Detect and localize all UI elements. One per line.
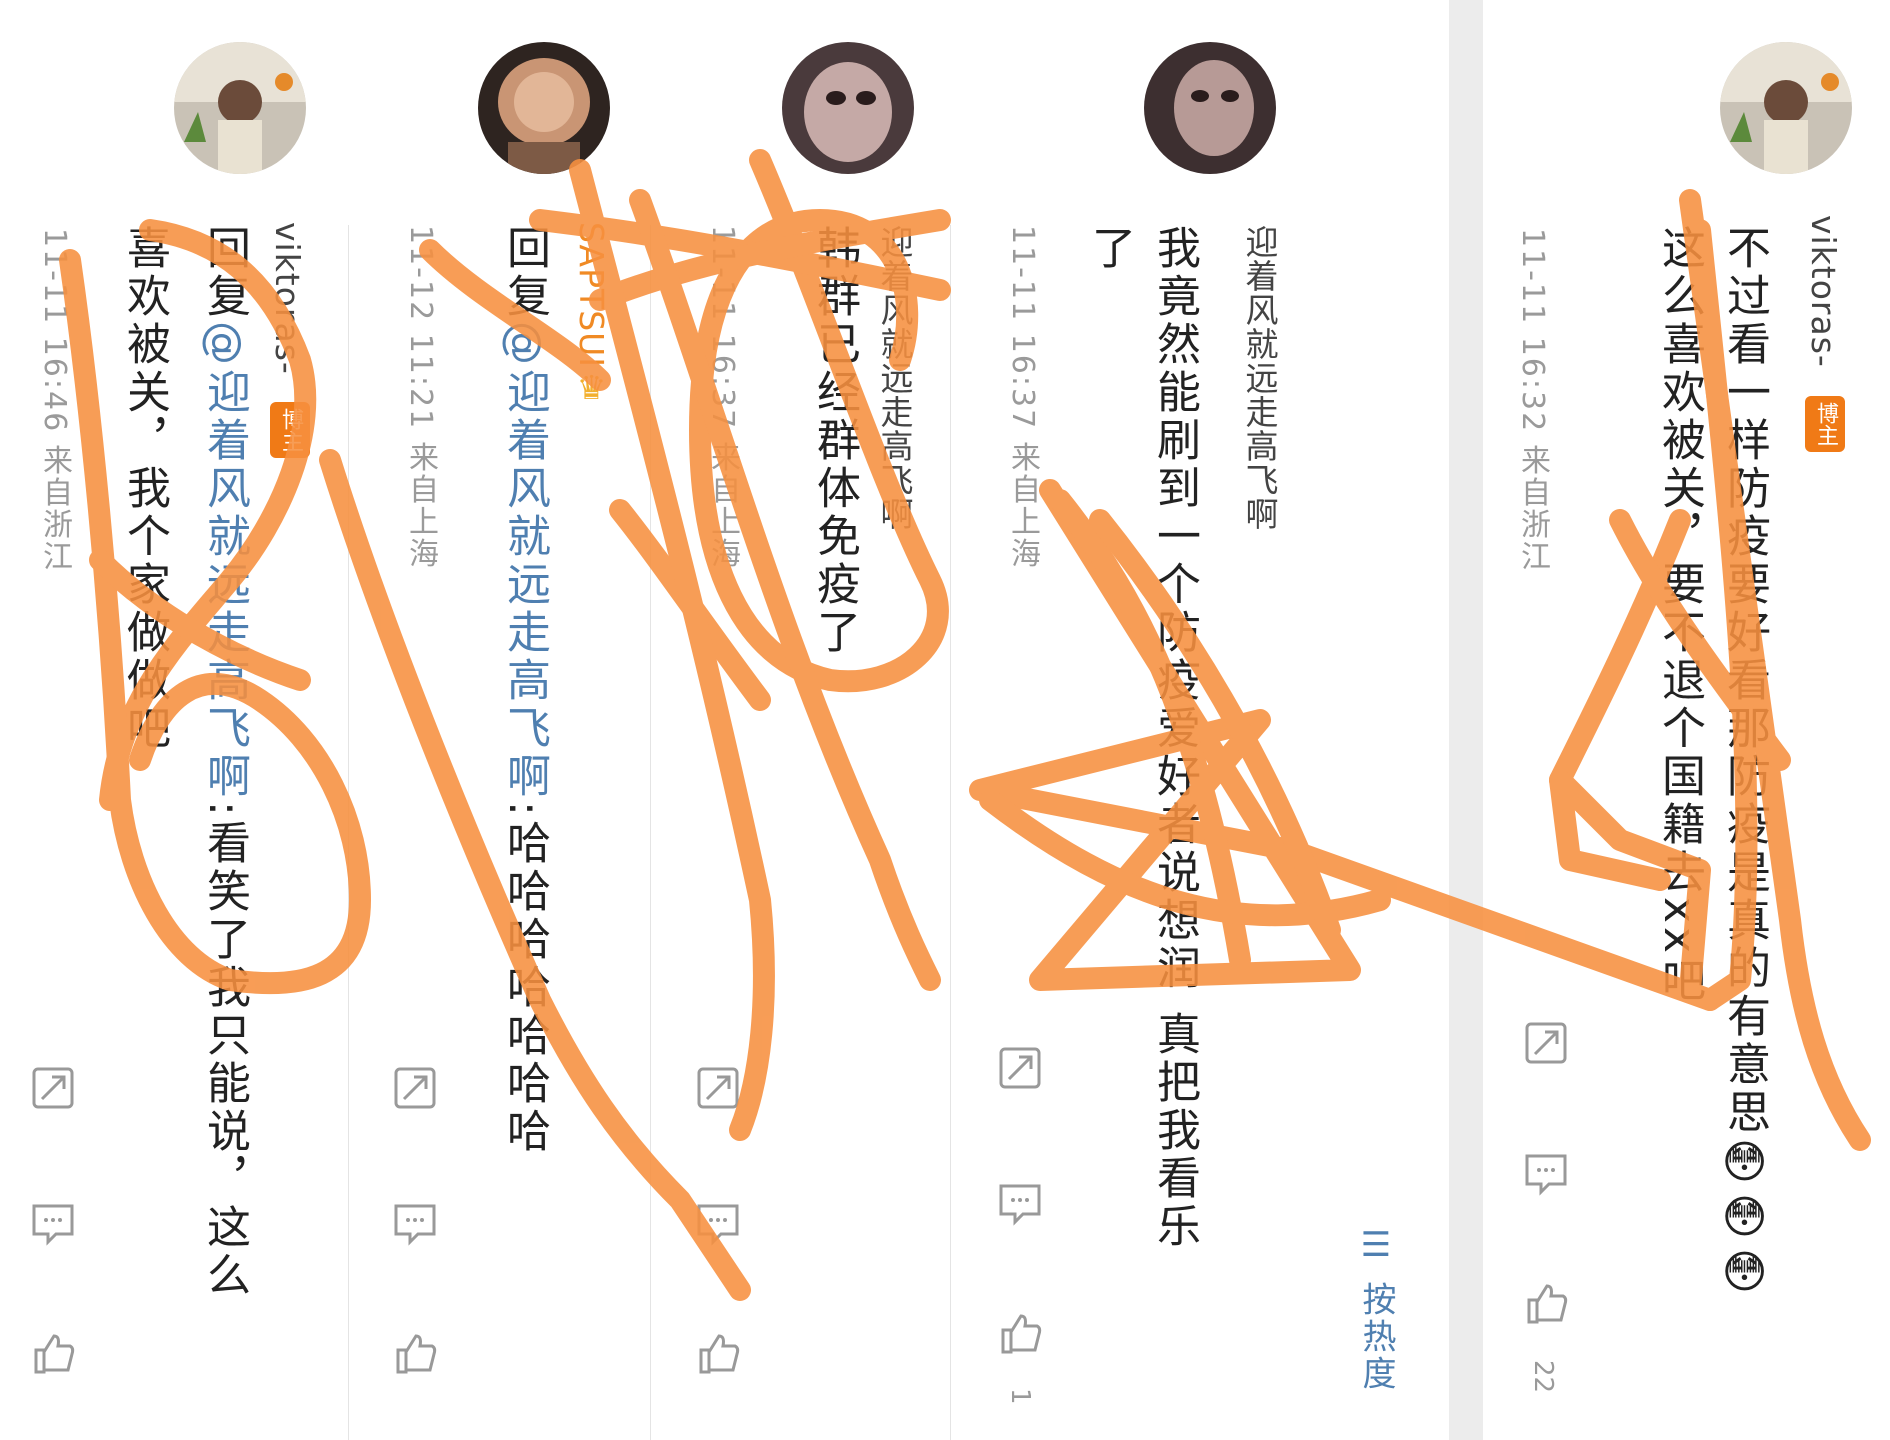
avatar[interactable] <box>1720 42 1852 174</box>
comment-text: 回复@迎着风就远走高飞啊:哈哈哈哈哈哈哈 <box>499 225 550 1156</box>
divider <box>950 225 951 1440</box>
comment-text: 我竟然能刷到一个防疫爱好者说想润 真把我看乐 <box>1149 225 1200 1251</box>
avatar[interactable] <box>782 42 914 174</box>
comment-author[interactable]: viktoras- <box>1804 215 1843 368</box>
comment-icon[interactable] <box>30 1200 76 1246</box>
comment-meta: 11-11 16:32 来自浙江 <box>1515 228 1550 573</box>
share-icon[interactable] <box>1523 1020 1569 1066</box>
mention-link[interactable]: @迎着风就远走高飞啊 <box>199 321 250 801</box>
like-icon[interactable] <box>695 1330 741 1376</box>
comment-icon[interactable] <box>695 1200 741 1246</box>
share-icon[interactable] <box>392 1065 438 1111</box>
avatar[interactable] <box>1144 42 1276 174</box>
comment-author[interactable]: 迎着风就远走高飞啊 <box>870 225 918 531</box>
divider <box>650 225 651 1440</box>
comment-text-line2: 这么喜欢被关，要不退个国籍去xx吧 <box>1654 225 1705 1006</box>
comment-text: 韩群已经群体免疫了 <box>809 225 860 657</box>
emoji: 😳 <box>1719 1247 1770 1302</box>
comment-author[interactable]: SAPTSUI♛ <box>572 222 611 408</box>
like-icon[interactable] <box>30 1330 76 1376</box>
comment-meta: 11-11 16:37 来自上海 <box>1005 225 1040 570</box>
divider <box>348 225 349 1440</box>
comment-icon[interactable] <box>997 1180 1043 1226</box>
avatar[interactable] <box>174 42 306 174</box>
comment-author[interactable]: viktoras- <box>268 222 307 375</box>
like-icon[interactable] <box>997 1310 1043 1356</box>
like-count: 22 <box>1528 1360 1558 1394</box>
avatar[interactable] <box>478 42 610 174</box>
comment-meta: 11-11 16:46 来自浙江 <box>37 228 72 573</box>
share-icon[interactable] <box>695 1065 741 1111</box>
comment-author[interactable]: 迎着风就远走高飞啊 <box>1235 225 1283 531</box>
comment-icon[interactable] <box>392 1200 438 1246</box>
sort-by-heat[interactable]: ☰ 按热度 <box>1352 1225 1401 1393</box>
like-count: 1 <box>1005 1388 1035 1405</box>
mention-link[interactable]: @迎着风就远走高飞啊 <box>499 321 550 801</box>
author-badge: 博主 <box>270 402 310 458</box>
author-badge: 博主 <box>1805 396 1845 452</box>
crown-icon: ♛ <box>572 368 611 409</box>
comment-meta: 11-12 11:21 来自上海 <box>403 225 438 570</box>
comment-icon[interactable] <box>1523 1150 1569 1196</box>
emoji: 😳 <box>1719 1137 1770 1192</box>
comment-text: 不过看一样防疫要好看那防疫是真的有意思😳😳😳 <box>1719 225 1770 1302</box>
share-icon[interactable] <box>30 1065 76 1111</box>
emoji: 😳 <box>1719 1192 1770 1247</box>
like-icon[interactable] <box>392 1330 438 1376</box>
sort-icon: ☰ <box>1356 1225 1396 1268</box>
annotation-scribble-overlay <box>59 149 1871 1301</box>
comment-text-line2: 喜欢被关，我个家做做吧 <box>119 225 170 753</box>
share-icon[interactable] <box>997 1045 1043 1091</box>
thread-gutter <box>1449 0 1483 1440</box>
comment-text: 回复@迎着风就远走高飞啊:看笑了我只能说，这么 <box>199 225 250 1300</box>
comment-meta: 11-11 16:37 来自上海 <box>705 225 740 570</box>
comment-text-line2: 了 <box>1084 225 1135 273</box>
like-icon[interactable] <box>1523 1280 1569 1326</box>
